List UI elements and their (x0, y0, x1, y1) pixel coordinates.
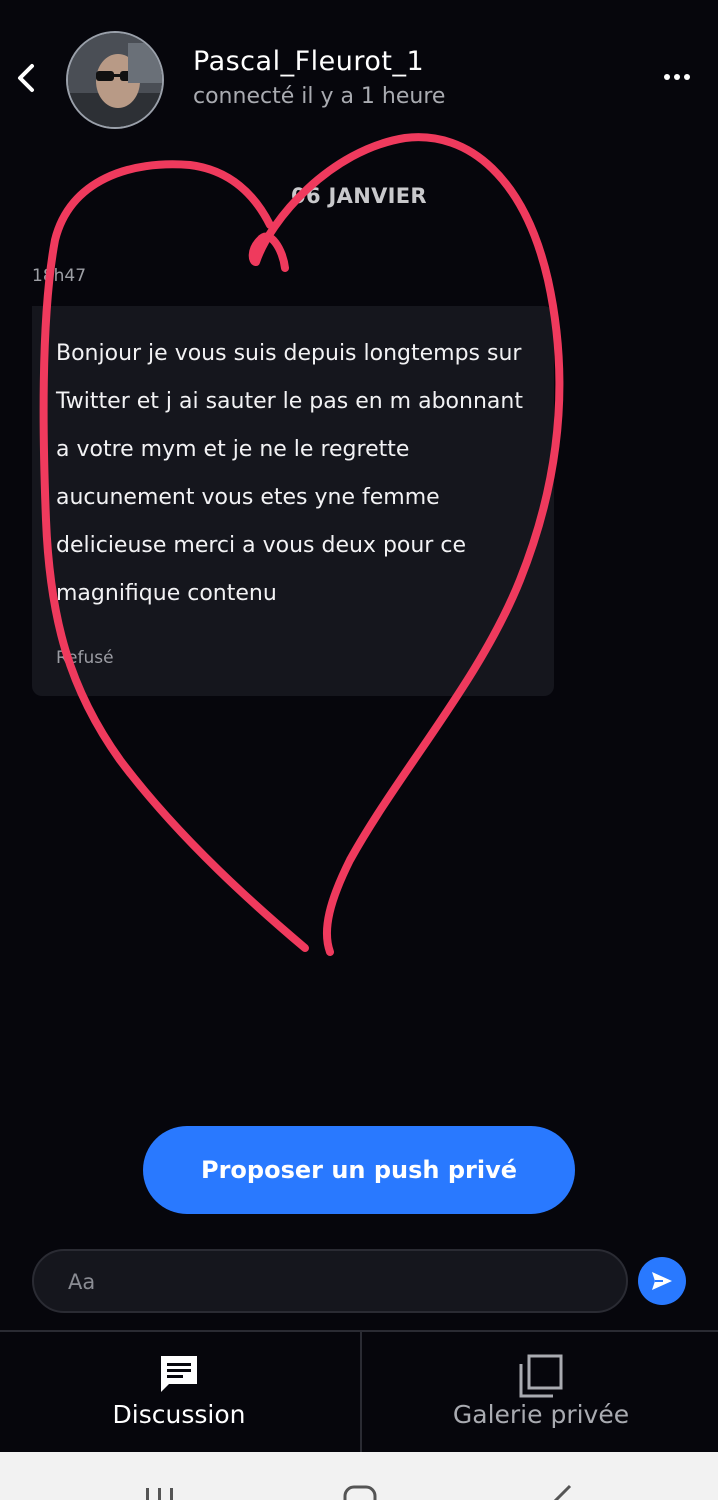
send-icon (652, 1272, 672, 1290)
chat-icon (161, 1356, 197, 1392)
status-bar (0, 0, 718, 10)
message-input[interactable] (66, 1251, 590, 1313)
tab-galerie-label: Galerie privée (452, 1400, 630, 1429)
chevron-left-icon (18, 64, 34, 92)
date-separator: 06 JANVIER (291, 184, 427, 208)
tab-discussion-label: Discussion (112, 1400, 246, 1429)
propose-push-button[interactable]: Proposer un push privé (143, 1126, 575, 1214)
tab-discussion[interactable]: Discussion (0, 1332, 358, 1454)
home-icon[interactable] (342, 1484, 378, 1500)
message-composer (32, 1249, 628, 1313)
system-nav-bar (0, 1452, 718, 1500)
message-text: Bonjour je vous suis depuis longtemps su… (56, 341, 523, 606)
tab-bar: Discussion Galerie privée (0, 1330, 718, 1454)
back-nav-icon[interactable] (548, 1484, 574, 1500)
gallery-icon (519, 1354, 563, 1398)
avatar[interactable] (66, 31, 164, 129)
recent-apps-icon[interactable] (144, 1484, 176, 1500)
back-button[interactable] (10, 58, 40, 98)
send-button[interactable] (638, 1257, 686, 1305)
chat-header: Pascal_Fleurot_1 connecté il y a 1 heure (0, 26, 718, 136)
more-dots-icon (664, 74, 690, 80)
presence-status: connecté il y a 1 heure (193, 84, 446, 109)
message-bubble[interactable]: Bonjour je vous suis depuis longtemps su… (32, 306, 554, 696)
message-time: 18h47 (32, 266, 87, 286)
more-options-button[interactable] (662, 64, 692, 90)
message-status: Refusé (56, 648, 114, 668)
avatar-photo (68, 33, 162, 127)
contact-name: Pascal_Fleurot_1 (193, 46, 425, 77)
tab-galerie[interactable]: Galerie privée (360, 1332, 718, 1454)
